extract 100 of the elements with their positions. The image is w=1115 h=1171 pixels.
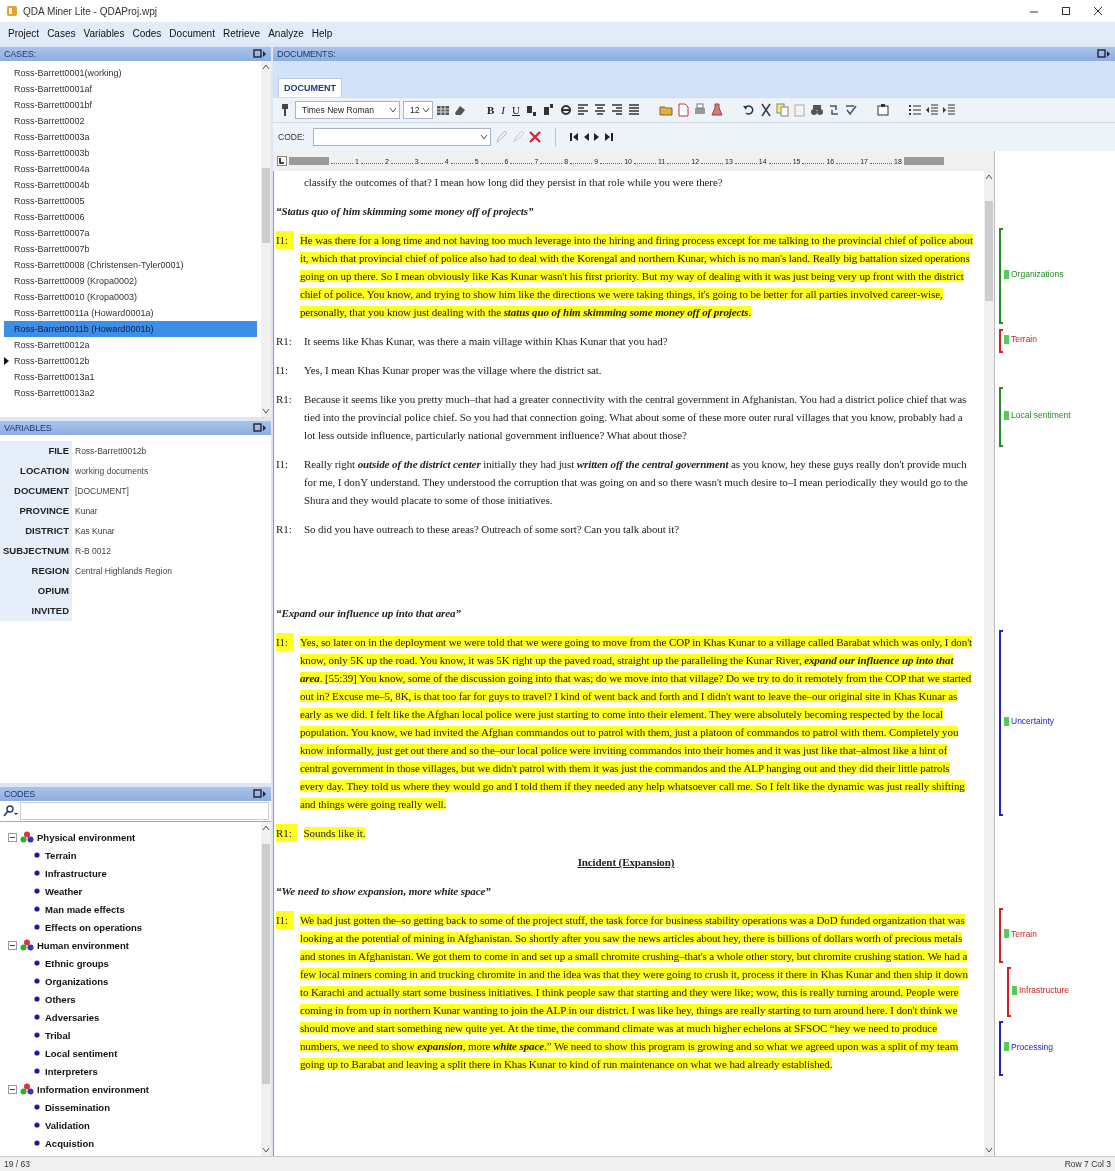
eraser-icon[interactable] bbox=[453, 103, 467, 117]
align-center-icon[interactable] bbox=[592, 103, 607, 117]
case-item[interactable]: Ross-Barrett0011b (Howard0001b) bbox=[4, 321, 257, 337]
maximize-icon[interactable] bbox=[1061, 6, 1071, 16]
table-icon[interactable] bbox=[436, 103, 450, 117]
strikethrough-icon[interactable] bbox=[558, 103, 573, 117]
menu-item[interactable]: Variables bbox=[83, 27, 125, 39]
variable-value[interactable]: Kas Kunar bbox=[75, 526, 115, 536]
first-icon[interactable] bbox=[569, 131, 579, 143]
menu-item[interactable]: Codes bbox=[132, 27, 162, 39]
scroll-down-icon[interactable] bbox=[262, 408, 270, 414]
scroll-down-icon[interactable] bbox=[262, 1147, 270, 1153]
scroll-up-icon[interactable] bbox=[262, 825, 270, 831]
code-item[interactable]: Effects on operations bbox=[45, 921, 143, 933]
outdent-icon[interactable] bbox=[924, 103, 939, 117]
code-label[interactable]: Organizations bbox=[1011, 269, 1064, 279]
panel-menu-icon[interactable] bbox=[1097, 49, 1111, 59]
code-label[interactable]: Uncertainty bbox=[1011, 716, 1054, 726]
last-icon[interactable] bbox=[604, 131, 614, 143]
case-item[interactable]: Ross-Barrett0004a bbox=[4, 161, 257, 177]
document-tab[interactable]: DOCUMENT bbox=[278, 78, 342, 97]
scrollbar-thumb[interactable] bbox=[985, 201, 993, 301]
case-item[interactable]: Ross-Barrett0001bf bbox=[4, 97, 257, 113]
code-item[interactable]: Ethnic groups bbox=[45, 957, 109, 969]
menu-item[interactable]: Document bbox=[169, 27, 215, 39]
align-left-icon[interactable] bbox=[575, 103, 590, 117]
code-label[interactable]: Infrastructure bbox=[1019, 985, 1070, 995]
size-dropdown[interactable]: 12 bbox=[403, 101, 433, 119]
variable-value[interactable]: working documents bbox=[75, 466, 149, 476]
code-category[interactable]: Human environment bbox=[37, 939, 129, 951]
scrollbar-thumb[interactable] bbox=[262, 168, 270, 243]
menu-item[interactable]: Analyze bbox=[268, 27, 304, 39]
spellcheck-icon[interactable] bbox=[843, 103, 858, 117]
panel-menu-icon[interactable] bbox=[253, 49, 267, 59]
case-item[interactable]: Ross-Barrett0006 bbox=[4, 209, 257, 225]
menu-item[interactable]: Project bbox=[8, 27, 40, 39]
delete-icon[interactable] bbox=[528, 130, 542, 144]
case-item[interactable]: Ross-Barrett0005 bbox=[4, 193, 257, 209]
scrollbar[interactable] bbox=[984, 171, 994, 1156]
close-icon[interactable] bbox=[1093, 6, 1103, 16]
flask-icon[interactable] bbox=[709, 103, 724, 117]
case-item[interactable]: Ross-Barrett0001(working) bbox=[4, 65, 257, 81]
code-category[interactable]: Information environment bbox=[37, 1083, 149, 1095]
indent-icon[interactable] bbox=[941, 103, 956, 117]
code-label[interactable]: Terrain bbox=[1011, 928, 1037, 939]
document-icon[interactable] bbox=[675, 103, 690, 117]
code-item[interactable]: Weather bbox=[45, 885, 83, 897]
case-item[interactable]: Ross-Barrett0002 bbox=[4, 113, 257, 129]
subscript-icon[interactable] bbox=[524, 103, 539, 117]
case-item[interactable]: Ross-Barrett0013a2 bbox=[4, 385, 257, 401]
undo-icon[interactable] bbox=[741, 103, 756, 117]
variable-value[interactable]: Central Highlands Region bbox=[75, 566, 172, 576]
code-item[interactable]: Infrastructure bbox=[45, 867, 107, 879]
code-item[interactable]: Validation bbox=[45, 1119, 90, 1131]
case-item[interactable]: Ross-Barrett0012a bbox=[4, 337, 257, 353]
code-item[interactable]: Organizations bbox=[45, 975, 109, 987]
case-item[interactable]: Ross-Barrett0012b bbox=[4, 353, 257, 369]
code-item[interactable]: Interpreters bbox=[45, 1065, 98, 1077]
tab-stop-icon[interactable] bbox=[277, 156, 287, 166]
case-item[interactable]: Ross-Barrett0003a bbox=[4, 129, 257, 145]
search-icon[interactable] bbox=[2, 805, 18, 817]
code-label[interactable]: Terrain bbox=[1011, 334, 1037, 344]
variable-value[interactable]: Kunar bbox=[75, 506, 98, 516]
code-bracket[interactable] bbox=[999, 1021, 1003, 1076]
case-item[interactable]: Ross-Barrett0013a1 bbox=[4, 369, 257, 385]
variable-value[interactable]: R-B 0012 bbox=[75, 546, 111, 556]
italic-button[interactable]: I bbox=[499, 103, 507, 117]
code-item[interactable]: Tribal bbox=[45, 1029, 71, 1041]
code-category[interactable]: Physical environment bbox=[37, 831, 136, 843]
menu-item[interactable]: Retrieve bbox=[222, 27, 261, 39]
code-item[interactable]: Dissemination bbox=[45, 1101, 110, 1113]
case-item[interactable]: Ross-Barrett0010 (Kropa0003) bbox=[4, 289, 257, 305]
scrollbar[interactable] bbox=[261, 822, 271, 1156]
case-item[interactable]: Ross-Barrett0007a bbox=[4, 225, 257, 241]
case-item[interactable]: Ross-Barrett0007b bbox=[4, 241, 257, 257]
scroll-down-icon[interactable] bbox=[985, 1147, 993, 1153]
code-bracket[interactable] bbox=[1007, 967, 1011, 1017]
binoculars-icon[interactable] bbox=[809, 103, 824, 117]
code-label[interactable]: Local sentiment bbox=[1011, 410, 1071, 420]
search-field[interactable] bbox=[20, 802, 269, 820]
menu-item[interactable]: Help bbox=[311, 27, 333, 39]
code-item[interactable]: Terrain bbox=[45, 849, 77, 861]
menu-item[interactable]: Cases bbox=[47, 27, 76, 39]
next-icon[interactable] bbox=[593, 131, 601, 143]
code-bracket[interactable] bbox=[999, 630, 1003, 816]
bold-button[interactable]: B bbox=[485, 103, 497, 117]
align-right-icon[interactable] bbox=[609, 103, 624, 117]
folder-icon[interactable] bbox=[658, 103, 673, 117]
collapse-icon[interactable] bbox=[8, 832, 17, 842]
superscript-icon[interactable] bbox=[541, 103, 556, 117]
bullet-list-icon[interactable] bbox=[907, 103, 922, 117]
case-item[interactable]: Ross-Barrett0008 (Christensen-Tyler0001) bbox=[4, 257, 257, 273]
code-bracket[interactable] bbox=[999, 387, 1003, 447]
case-item[interactable]: Ross-Barrett0003b bbox=[4, 145, 257, 161]
panel-menu-icon[interactable] bbox=[253, 789, 267, 799]
scissors-icon[interactable] bbox=[758, 103, 773, 117]
scroll-up-icon[interactable] bbox=[262, 64, 270, 70]
panel-menu-icon[interactable] bbox=[253, 423, 267, 433]
case-item[interactable]: Ross-Barrett0004b bbox=[4, 177, 257, 193]
variable-value[interactable]: [DOCUMENT] bbox=[75, 486, 129, 496]
